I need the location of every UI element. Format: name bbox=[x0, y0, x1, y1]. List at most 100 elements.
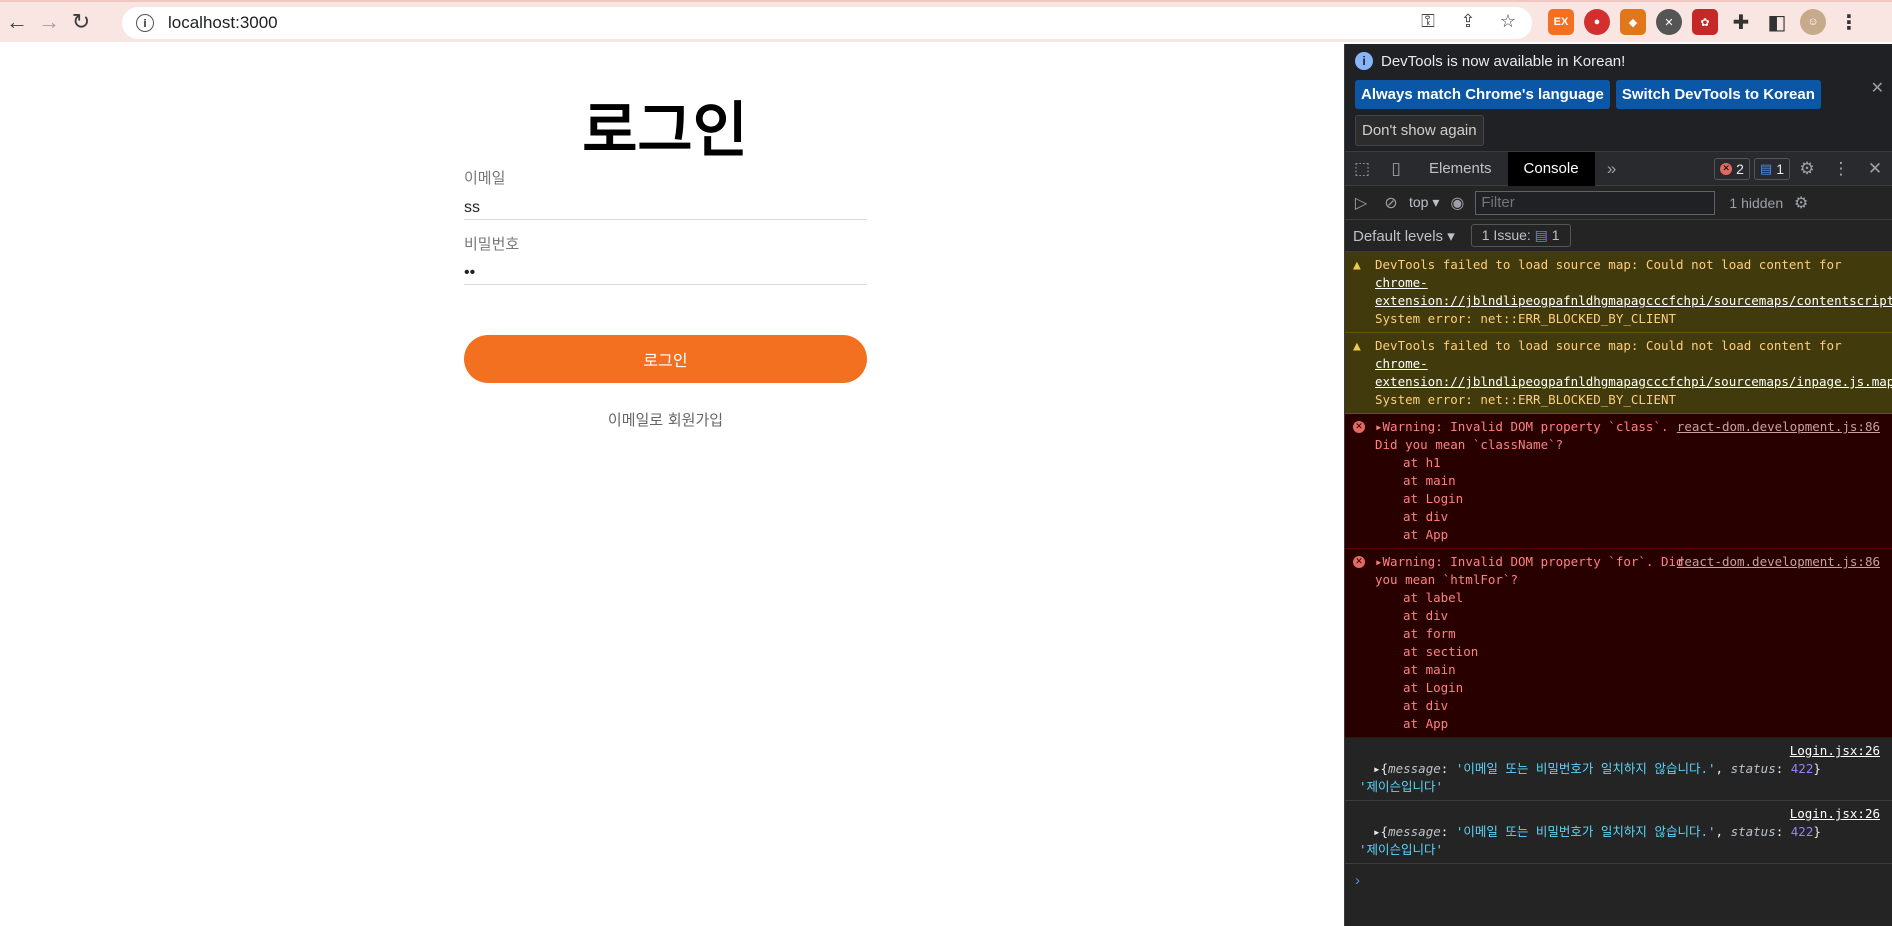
object-value: 422 bbox=[1790, 761, 1814, 776]
extension-shield-icon[interactable]: ● bbox=[1584, 9, 1610, 35]
stack-line: at Login bbox=[1403, 680, 1464, 695]
share-icon[interactable]: ⇪ bbox=[1456, 11, 1480, 32]
log-object[interactable]: ▸{message: '이메일 또는 비밀번호가 일치하지 않습니다.', st… bbox=[1373, 823, 1882, 841]
stack-line: at label bbox=[1403, 590, 1464, 605]
error-icon: ✕ bbox=[1353, 421, 1365, 433]
stack-line: at form bbox=[1403, 626, 1456, 641]
object-key: message bbox=[1388, 761, 1441, 776]
levels-dropdown[interactable]: Default levels ▾ bbox=[1353, 227, 1455, 245]
stack-line: at main bbox=[1403, 473, 1456, 488]
banner-text: DevTools is now available in Korean! bbox=[1381, 52, 1626, 70]
tab-elements[interactable]: Elements bbox=[1413, 152, 1508, 186]
console-settings-icon[interactable]: ⚙ bbox=[1789, 193, 1813, 213]
source-map-link[interactable]: chrome-extension://jblndlipeogpafnldhgma… bbox=[1375, 275, 1892, 308]
message-icon: ▤ bbox=[1759, 160, 1773, 176]
sidebar-toggle-icon[interactable]: ▷ bbox=[1349, 193, 1373, 213]
tab-console[interactable]: Console bbox=[1507, 151, 1595, 186]
profile-avatar[interactable]: ☺ bbox=[1800, 9, 1826, 35]
address-bar[interactable]: i localhost:3000 ⚿ ⇪ ☆ bbox=[122, 7, 1532, 39]
inspect-icon[interactable]: ⬚ bbox=[1345, 159, 1379, 179]
signup-link[interactable]: 이메일로 회원가입 bbox=[464, 409, 867, 430]
switch-language-button[interactable]: Switch DevTools to Korean bbox=[1615, 80, 1821, 109]
console-log: Login.jsx:26 ▸{message: '이메일 또는 비밀번호가 일치… bbox=[1345, 738, 1892, 801]
object-key: message bbox=[1388, 824, 1441, 839]
devtools-tabs: ⬚ ▯ Elements Console » ✕ 2 ▤ 1 ⚙ ⋮ ✕ bbox=[1345, 151, 1892, 186]
side-panel-icon[interactable]: ◧ bbox=[1764, 9, 1790, 35]
browser-toolbar: ← → ↻ i localhost:3000 ⚿ ⇪ ☆ EX ● ◆ ✕ ✿ … bbox=[0, 0, 1892, 42]
console-error: ✕ react-dom.development.js:86 ▸Warning: … bbox=[1345, 414, 1892, 549]
close-icon[interactable]: ✕ bbox=[1871, 78, 1884, 98]
menu-icon[interactable]: ⋮ bbox=[1836, 9, 1862, 35]
login-button[interactable]: 로그인 bbox=[464, 335, 867, 383]
more-options-icon[interactable]: ⋮ bbox=[1824, 159, 1858, 179]
stack-line: at Login bbox=[1403, 491, 1464, 506]
back-icon[interactable]: ← bbox=[2, 7, 32, 37]
stack-line: at div bbox=[1403, 509, 1449, 524]
extension-ex-icon[interactable]: EX bbox=[1548, 9, 1574, 35]
forward-icon[interactable]: → bbox=[34, 7, 64, 37]
eye-icon[interactable]: ◉ bbox=[1445, 193, 1469, 213]
extension-red-icon[interactable]: ✿ bbox=[1692, 9, 1718, 35]
info-count-badge[interactable]: ▤ 1 bbox=[1753, 157, 1790, 180]
object-value: 422 bbox=[1790, 824, 1814, 839]
log-string: '제이슨입니다' bbox=[1359, 779, 1444, 794]
reload-icon[interactable]: ↻ bbox=[66, 7, 96, 37]
warning-icon: ▲ bbox=[1353, 258, 1361, 273]
console-warning: ▲ DevTools failed to load source map: Co… bbox=[1345, 252, 1892, 333]
stack-line: at h1 bbox=[1403, 455, 1441, 470]
issue-icon: ▤ bbox=[1534, 227, 1548, 243]
dont-show-again-button[interactable]: Don't show again bbox=[1355, 115, 1484, 146]
issues-count: 1 bbox=[1551, 227, 1560, 243]
hidden-count: 1 hidden bbox=[1729, 194, 1784, 211]
stack-trace: at h1 at main at Login at div at App bbox=[1375, 454, 1882, 544]
error-icon: ✕ bbox=[1353, 556, 1365, 568]
source-link[interactable]: Login.jsx:26 bbox=[1790, 742, 1880, 760]
extension-gray-icon[interactable]: ✕ bbox=[1656, 9, 1682, 35]
url-text[interactable]: localhost:3000 bbox=[168, 13, 278, 33]
star-icon[interactable]: ☆ bbox=[1496, 11, 1520, 32]
stack-line: at main bbox=[1403, 662, 1456, 677]
console-filter-bar: ▷ ⊘ top ▾ ◉ 1 hidden ⚙ bbox=[1345, 186, 1892, 220]
info-icon: i bbox=[1355, 52, 1373, 70]
device-toolbar-icon[interactable]: ▯ bbox=[1379, 159, 1413, 179]
log-object[interactable]: ▸{message: '이메일 또는 비밀번호가 일치하지 않습니다.', st… bbox=[1373, 760, 1882, 778]
error-icon: ✕ bbox=[1720, 162, 1733, 175]
password-field[interactable] bbox=[464, 261, 867, 285]
issues-button[interactable]: 1 Issue: ▤ 1 bbox=[1470, 224, 1571, 247]
console-prompt[interactable]: › bbox=[1345, 872, 1892, 889]
source-link[interactable]: Login.jsx:26 bbox=[1790, 805, 1880, 823]
stack-trace: at label at div at form at section at ma… bbox=[1375, 589, 1882, 733]
language-banner: i DevTools is now available in Korean! A… bbox=[1345, 44, 1892, 152]
console-log: Login.jsx:26 ▸{message: '이메일 또는 비밀번호가 일치… bbox=[1345, 801, 1892, 864]
devtools-panel: i DevTools is now available in Korean! A… bbox=[1344, 44, 1892, 926]
extensions-puzzle-icon[interactable]: ✚ bbox=[1728, 9, 1754, 35]
match-language-button[interactable]: Always match Chrome's language bbox=[1355, 80, 1610, 109]
more-tabs-icon[interactable]: » bbox=[1595, 159, 1629, 179]
stack-line: at App bbox=[1403, 527, 1449, 542]
source-map-link[interactable]: chrome-extension://jblndlipeogpafnldhgma… bbox=[1375, 356, 1892, 389]
object-value: '이메일 또는 비밀번호가 일치하지 않습니다.' bbox=[1455, 824, 1716, 839]
log-string: '제이슨입니다' bbox=[1359, 842, 1444, 857]
source-link[interactable]: react-dom.development.js:86 bbox=[1677, 418, 1880, 436]
error-count-badge[interactable]: ✕ 2 bbox=[1714, 157, 1750, 180]
site-info-icon[interactable]: i bbox=[136, 14, 154, 32]
source-link[interactable]: react-dom.development.js:86 bbox=[1677, 553, 1880, 571]
email-field[interactable] bbox=[464, 196, 867, 220]
settings-icon[interactable]: ⚙ bbox=[1790, 159, 1824, 179]
error-count: 2 bbox=[1736, 160, 1744, 177]
info-count: 1 bbox=[1776, 160, 1784, 177]
stack-line: at div bbox=[1403, 698, 1449, 713]
warning-icon: ▲ bbox=[1353, 339, 1361, 354]
stack-line: at section bbox=[1403, 644, 1479, 659]
console-error: ✕ react-dom.development.js:86 ▸Warning: … bbox=[1345, 549, 1892, 738]
context-select[interactable]: top ▾ bbox=[1409, 194, 1439, 211]
page-title: 로그인 bbox=[582, 96, 748, 166]
stack-line: at div bbox=[1403, 608, 1449, 623]
password-label: 비밀번호 bbox=[464, 235, 520, 253]
key-icon[interactable]: ⚿ bbox=[1416, 11, 1440, 32]
stack-line: at App bbox=[1403, 716, 1449, 731]
metamask-icon[interactable]: ◆ bbox=[1620, 9, 1646, 35]
filter-input[interactable] bbox=[1475, 190, 1716, 215]
close-devtools-icon[interactable]: ✕ bbox=[1858, 159, 1892, 179]
clear-console-icon[interactable]: ⊘ bbox=[1379, 193, 1403, 213]
